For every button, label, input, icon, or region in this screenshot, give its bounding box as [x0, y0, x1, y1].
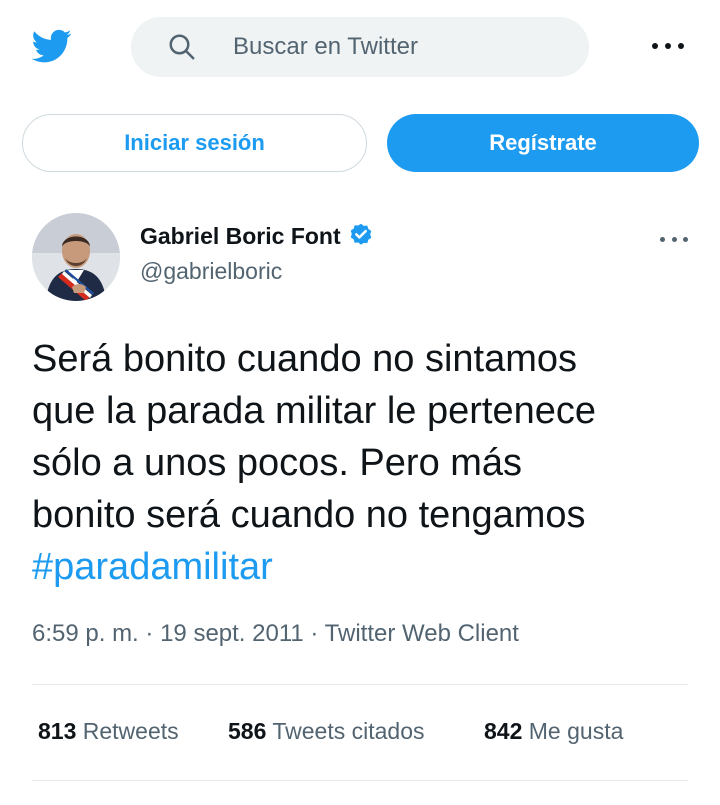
retweets-label: Retweets	[82, 718, 179, 744]
avatar[interactable]	[32, 213, 120, 301]
tweet-text-line: bonito será cuando no tengamos	[32, 494, 586, 536]
tweet-source: Twitter Web Client	[324, 620, 519, 647]
likes-count: 842	[484, 718, 523, 744]
verified-badge-icon	[350, 223, 371, 245]
search-icon	[169, 34, 195, 60]
divider	[32, 780, 688, 781]
likes-stat[interactable]: 842 Me gusta	[484, 718, 623, 745]
author-handle[interactable]: @gabrielboric	[140, 258, 282, 285]
tweet-date[interactable]: 19 sept. 2011	[160, 620, 304, 647]
divider	[32, 684, 688, 685]
top-bar: Buscar en Twitter	[0, 0, 720, 96]
tweet-text: Será bonito cuando no sintamos que la pa…	[32, 333, 702, 593]
tweet-more-icon[interactable]	[658, 231, 690, 247]
tweet-text-line: que la parada militar le pertenece	[32, 390, 597, 432]
tweet-meta: 6:59 p. m. · 19 sept. 2011 · Twitter Web…	[32, 620, 519, 648]
tweet-text-line: sólo a unos pocos. Pero más	[32, 442, 523, 484]
search-bar[interactable]: Buscar en Twitter	[131, 17, 589, 77]
retweets-count: 813	[38, 718, 77, 744]
hashtag-link[interactable]: #paradamilitar	[32, 541, 702, 593]
tweet-time[interactable]: 6:59 p. m.	[32, 620, 139, 647]
search-input[interactable]: Buscar en Twitter	[233, 33, 418, 61]
meta-separator: ·	[145, 620, 154, 647]
quotes-label: Tweets citados	[272, 718, 425, 744]
tweet-text-line: Será bonito cuando no sintamos	[32, 338, 578, 380]
more-horizontal-icon[interactable]	[648, 34, 688, 58]
quotes-stat[interactable]: 586 Tweets citados	[228, 718, 425, 745]
quotes-count: 586	[228, 718, 267, 744]
twitter-bird-icon[interactable]	[28, 26, 76, 66]
avatar-image	[32, 213, 120, 301]
author-name[interactable]: Gabriel Boric Font	[140, 223, 341, 250]
signup-button[interactable]: Regístrate	[387, 114, 699, 172]
login-button[interactable]: Iniciar sesión	[22, 114, 367, 172]
author-name-row: Gabriel Boric Font	[140, 222, 375, 250]
likes-label: Me gusta	[528, 718, 624, 744]
meta-separator: ·	[310, 620, 319, 647]
retweets-stat[interactable]: 813 Retweets	[38, 718, 179, 745]
